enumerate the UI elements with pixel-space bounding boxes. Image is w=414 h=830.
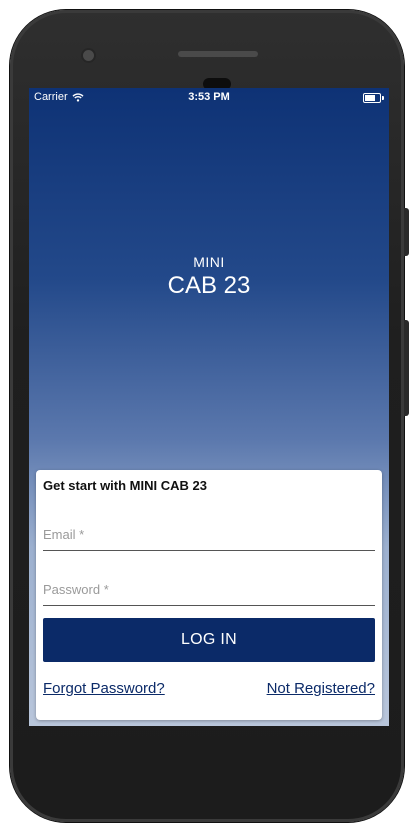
front-camera bbox=[81, 48, 96, 63]
speaker-grille bbox=[178, 51, 258, 57]
forgot-password-link[interactable]: Forgot Password? bbox=[43, 680, 165, 697]
battery-level bbox=[365, 95, 375, 101]
not-registered-link[interactable]: Not Registered? bbox=[267, 680, 375, 697]
status-time: 3:53 PM bbox=[188, 91, 230, 103]
brand-name: CAB 23 bbox=[167, 272, 251, 299]
password-field bbox=[43, 567, 375, 606]
battery-icon bbox=[363, 93, 384, 103]
status-bar: Carrier 3:53 PM bbox=[29, 88, 389, 108]
login-card: Get start with MINI CAB 23 LOG IN Forgot… bbox=[36, 470, 382, 720]
brand-logo: MINI CAB 23 bbox=[29, 254, 389, 300]
login-button[interactable]: LOG IN bbox=[43, 618, 375, 662]
email-field bbox=[43, 512, 375, 551]
login-card-title: Get start with MINI CAB 23 bbox=[43, 478, 207, 493]
brand-top-line: MINI bbox=[193, 254, 225, 270]
volume-button bbox=[404, 320, 409, 416]
power-button bbox=[404, 208, 409, 256]
password-input[interactable] bbox=[43, 582, 375, 597]
app-screen: Carrier 3:53 PM MINI CAB 23 Get start wi… bbox=[29, 88, 389, 726]
email-input[interactable] bbox=[43, 527, 375, 542]
